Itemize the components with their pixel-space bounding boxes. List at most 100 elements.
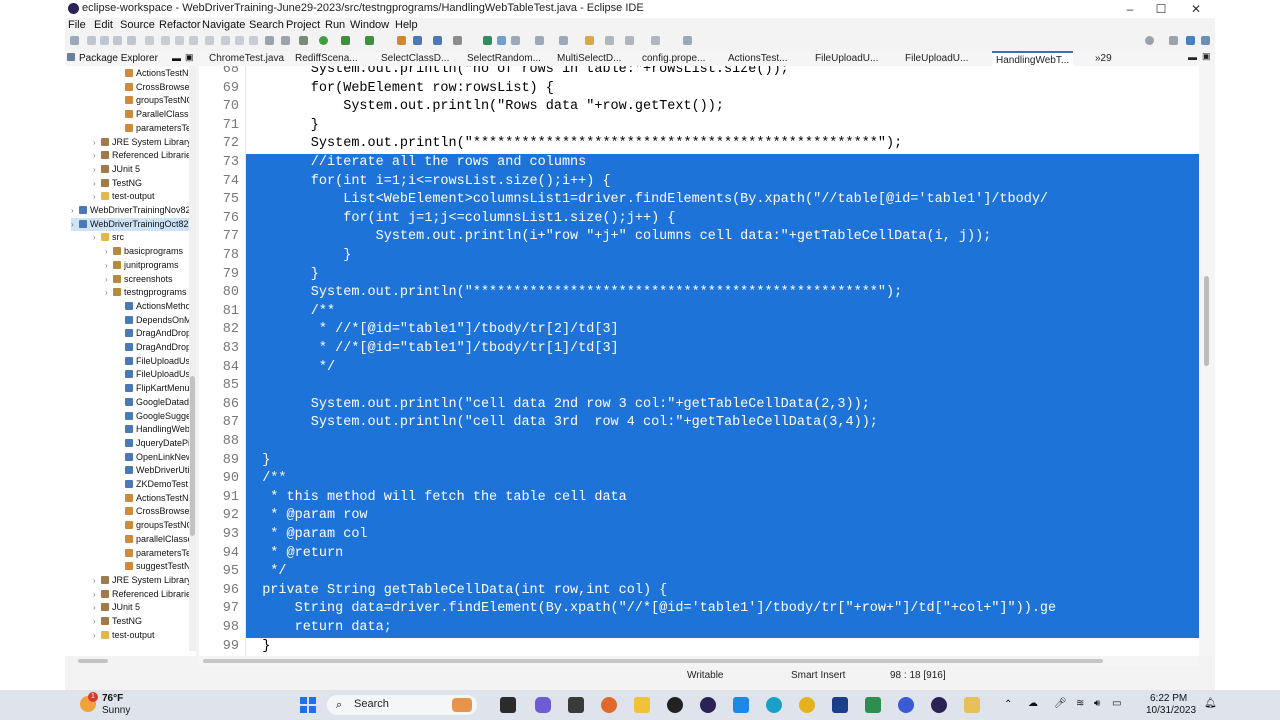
tab-overflow[interactable]: »29 [1095,53,1112,64]
tab-selectrandom[interactable]: SelectRandom... [467,53,541,64]
toggle-mark-icon[interactable] [497,36,506,45]
code-line[interactable]: for(WebElement row:rowsList) { [246,80,554,99]
tab-rediffscena[interactable]: RediffScena... [295,53,358,64]
battery-icon[interactable]: ▭ [1112,698,1121,709]
tree-item[interactable]: DependsOnMe [117,314,196,327]
tree-item[interactable]: ›JRE System Library[Ja [93,574,196,587]
windows-start-icon[interactable] [300,697,316,713]
save-icon[interactable] [87,36,96,45]
tree-twistie-icon[interactable]: › [71,204,79,217]
tree-item[interactable]: parallelClassesT [117,533,196,546]
save-all-icon[interactable] [100,36,109,45]
minimize-button[interactable]: – [1113,0,1147,18]
next-annotation-icon[interactable] [559,36,568,45]
tab-fileuploadu-1[interactable]: FileUploadU... [815,53,878,64]
tree-twistie-icon[interactable]: › [93,588,101,601]
show-whitespace-icon[interactable] [511,36,520,45]
step-over-icon[interactable] [235,36,244,45]
tree-item[interactable]: JqueryDatePick [117,437,196,450]
chrome-icon[interactable] [799,697,815,713]
code-line-selected[interactable]: * //*[@id="table1"]/tbody/tr[1]/td[3] [246,340,1199,359]
tree-item[interactable]: DragAndDropE [117,327,196,340]
code-line-selected[interactable]: } [246,451,1199,471]
tree-item[interactable]: ActionsMethod [117,300,196,313]
tree-item[interactable]: groupsTestNG.x [117,94,196,107]
video-app-icon[interactable] [568,697,584,713]
tree-item[interactable]: ParallelClassesT [117,108,196,121]
code-line[interactable]: System.out.println("Rows data "+row.getT… [246,98,724,117]
code-area[interactable]: System.out.println("no of rows in table:… [246,66,1199,656]
tree-item[interactable]: OpenLinkNewTa [117,451,196,464]
sidebar-scrollbar[interactable] [189,66,196,651]
tree-twistie-icon[interactable]: › [93,601,101,614]
teams-chat-icon[interactable] [535,697,551,713]
skip-breakpoints-icon[interactable] [145,36,154,45]
open-type-icon[interactable] [453,36,462,45]
tree-twistie-icon[interactable]: › [93,615,101,628]
menu-source[interactable]: Source [120,19,155,31]
new-icon[interactable] [70,36,79,45]
tab-actionstest[interactable]: ActionsTest... [728,53,787,64]
package-explorer-title[interactable]: Package Explorer [79,53,158,64]
tree-item[interactable]: › basicprograms [105,245,183,258]
sidebar-scroll-thumb[interactable] [190,376,195,536]
tree-item[interactable]: › WebDriverTrainingOct82 [71,217,189,231]
menu-project[interactable]: Project [286,19,320,31]
disconnect-icon[interactable] [205,36,214,45]
code-line-selected[interactable]: System.out.println("********************… [246,284,1199,303]
tab-config-properties[interactable]: config.prope... [642,53,705,64]
tree-twistie-icon[interactable]: › [93,574,101,587]
edge-icon[interactable] [766,697,782,713]
tab-selectclassd[interactable]: SelectClassD... [381,53,449,64]
code-line-selected[interactable]: for(int i=1;i<=rowsList.size();i++) { [246,172,1199,192]
tree-item[interactable]: › Referenced Libraries [93,149,196,162]
java-perspective-icon[interactable] [1186,36,1195,45]
code-line-selected[interactable]: System.out.println("cell data 3rd row 4 … [246,414,1199,433]
run-icon[interactable] [319,36,328,45]
code-line-selected[interactable]: */ [246,358,1199,378]
taskbar-search[interactable]: ⌕ Search [327,695,477,715]
code-line-selected[interactable]: * @param col [246,526,1199,545]
menu-navigate[interactable]: Navigate [202,19,245,31]
pin-icon[interactable] [535,36,544,45]
tree-item[interactable]: › src [93,231,124,244]
cloud-icon[interactable]: ☁ [1028,698,1038,709]
weather-temp[interactable]: 76°F [102,693,123,704]
code-line-selected[interactable]: List<WebElement>columnsList1=driver.find… [246,191,1199,210]
store-icon[interactable] [733,697,749,713]
zoom-icon[interactable] [898,697,914,713]
tree-twistie-icon[interactable]: › [71,218,79,231]
tree-twistie-icon[interactable]: › [105,259,113,272]
debug-perspective-icon[interactable] [1201,36,1210,45]
tree-item[interactable]: › JUnit 5 [93,163,140,176]
wifi-icon[interactable]: ≋ [1076,698,1084,709]
perspective-icon[interactable] [1169,36,1178,45]
editor-scroll-thumb[interactable] [1204,276,1209,366]
new-package-icon[interactable] [413,36,422,45]
print-icon[interactable] [113,36,122,45]
editor-hscroll-thumb[interactable] [203,659,1103,663]
eclipse-taskbar-icon-1[interactable] [700,697,716,713]
code-line[interactable]: System.out.println("********************… [246,135,902,154]
menu-window[interactable]: Window [350,19,389,31]
editor-vertical-scrollbar[interactable] [1199,66,1215,656]
code-line-selected[interactable] [246,377,1199,396]
tree-item[interactable]: FileUploadUsin [117,355,196,368]
tree-item[interactable]: › JUnit 5 [93,601,140,614]
tree-item[interactable]: ActionsTestNG. [117,492,196,505]
search-toolbar-icon[interactable] [483,36,492,45]
step-into-icon[interactable] [221,36,230,45]
tree-item[interactable]: › junitprograms [105,259,179,272]
code-line-selected[interactable]: * //*[@id="table1"]/tbody/tr[2]/td[3] [246,321,1199,340]
maximize-view-icon[interactable] [683,36,692,45]
code-line-selected[interactable] [246,433,1199,452]
chevron-up-icon[interactable]: ⌃ [1004,699,1012,710]
menu-file[interactable]: File [68,19,86,31]
new-java-project-icon[interactable] [397,36,406,45]
mic-icon[interactable]: 🎤︎ [1054,698,1067,709]
code-line-selected[interactable]: //iterate all the rows and columns [246,154,1199,173]
tree-twistie-icon[interactable]: › [93,163,101,176]
tree-item[interactable]: › testngprograms [105,286,187,299]
menu-search[interactable]: Search [249,19,284,31]
tree-twistie-icon[interactable]: › [93,177,101,190]
